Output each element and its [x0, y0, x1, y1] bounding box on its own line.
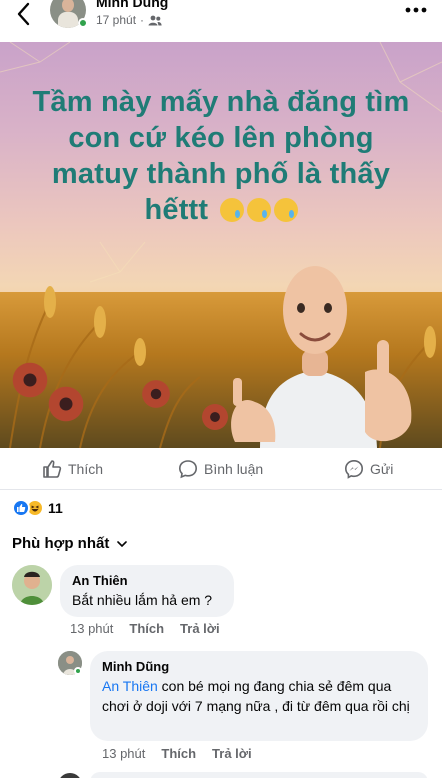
flower-decoration: [46, 384, 86, 424]
mention-tag[interactable]: An Thiên: [102, 678, 158, 694]
commenter-avatar[interactable]: [12, 565, 52, 605]
post-image[interactable]: Tầm này mấy nhà đăng tìm con cứ kéo lên …: [0, 42, 442, 448]
comment-bubble[interactable]: An Thiên Bắt nhiều lắm hả em ?: [60, 565, 234, 617]
sort-label: Phù hợp nhất: [12, 535, 110, 552]
author-name[interactable]: Minh Dũng: [96, 0, 168, 10]
messenger-icon: [344, 459, 364, 479]
crying-face-emoji-icon: [246, 198, 271, 222]
thumbs-up-icon: [43, 460, 62, 478]
reply-reply-link[interactable]: Trả lời: [212, 746, 252, 761]
online-indicator: [74, 667, 82, 675]
reaction-summary[interactable]: 11: [12, 498, 63, 518]
flower-decoration: [10, 360, 50, 400]
reply-text-block: An Thiên con bé mọi ng đang chia sẻ đêm …: [102, 676, 416, 716]
crying-face-emoji-icon: [273, 198, 298, 222]
back-arrow-icon[interactable]: [12, 2, 38, 28]
comment-time: 13 phút: [70, 621, 114, 636]
reply-time: 13 phút: [102, 746, 146, 761]
next-comment-bubble[interactable]: [90, 772, 428, 778]
reply-author[interactable]: Minh Dũng: [102, 659, 416, 674]
like-reaction-icon: [12, 499, 30, 517]
post-page: Minh Dũng 17 phút · Tầm này mấy nhà đăng…: [0, 0, 442, 778]
flower-decoration: [140, 378, 172, 410]
comment-button[interactable]: Bình luận: [178, 448, 263, 490]
comment-reply-link[interactable]: Trả lời: [180, 621, 220, 636]
online-indicator: [78, 18, 88, 28]
reaction-count: 11: [48, 500, 63, 516]
crying-face-emoji-icon: [219, 198, 244, 222]
post-header: Minh Dũng 17 phút ·: [0, 0, 442, 42]
send-button[interactable]: Gửi: [344, 448, 393, 490]
post-time: 17 phút: [96, 13, 137, 27]
reply-like-link[interactable]: Thích: [161, 746, 196, 761]
post-meta: 17 phút ·: [96, 13, 162, 27]
reply-bubble[interactable]: Minh Dũng An Thiên con bé mọi ng đang ch…: [90, 651, 428, 741]
image-caption: Tầm này mấy nhà đăng tìm con cứ kéo lên …: [30, 84, 412, 228]
chevron-down-icon: [117, 540, 128, 547]
avatar-thumbs-up-illustration: [231, 266, 412, 448]
reply-meta: 13 phút Thích Trả lời: [102, 746, 252, 761]
next-comment-avatar[interactable]: [58, 773, 82, 778]
more-options-icon[interactable]: [404, 4, 428, 16]
comment-like-link[interactable]: Thích: [129, 621, 164, 636]
meta-separator: ·: [140, 13, 145, 27]
post-action-bar: Thích Bình luận Gửi: [0, 448, 442, 490]
send-label: Gửi: [370, 461, 394, 477]
comment-meta: 13 phút Thích Trả lời: [70, 621, 220, 636]
friends-icon: [148, 15, 162, 25]
comment-bubble-icon: [178, 460, 198, 479]
like-label: Thích: [68, 461, 104, 477]
comment-text: Bắt nhiều lắm hả em ?: [72, 592, 213, 608]
comment-label: Bình luận: [204, 461, 264, 477]
comment-sort-dropdown[interactable]: Phù hợp nhất: [12, 535, 128, 552]
like-button[interactable]: Thích: [42, 448, 103, 490]
comment-author[interactable]: An Thiên: [72, 573, 222, 588]
